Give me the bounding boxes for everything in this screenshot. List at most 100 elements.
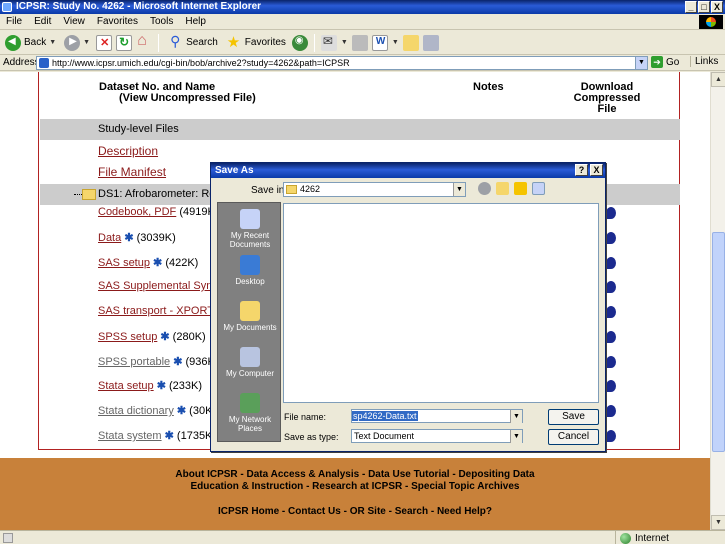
file-name-input[interactable]: sp4262-Data.txt ▼ bbox=[351, 409, 523, 423]
save-in-select[interactable]: 4262 ▼ bbox=[283, 182, 466, 197]
stop-icon[interactable] bbox=[96, 34, 113, 51]
place-desktop[interactable]: Desktop bbox=[218, 255, 282, 286]
close-button[interactable]: X bbox=[711, 1, 723, 13]
print-icon[interactable] bbox=[351, 34, 368, 51]
file-name-label: File name: bbox=[284, 412, 327, 422]
codebook-link[interactable]: Codebook, PDF bbox=[98, 206, 176, 218]
download-icon[interactable] bbox=[606, 232, 616, 244]
messenger-icon[interactable] bbox=[422, 34, 439, 51]
scroll-up-arrow[interactable]: ▲ bbox=[711, 72, 725, 87]
up-folder-icon[interactable] bbox=[496, 182, 509, 195]
address-label: Address bbox=[3, 57, 40, 68]
mail-icon[interactable] bbox=[320, 34, 337, 51]
file-row-stata-dictionary: Stata dictionary ✱ (30K) bbox=[98, 404, 216, 417]
forward-button[interactable]: ▼ bbox=[62, 33, 92, 53]
site-footer: About ICPSR - Data Access & Analysis - D… bbox=[0, 458, 710, 530]
folder-icon bbox=[82, 189, 96, 200]
study-level-header: Study-level Files bbox=[40, 119, 680, 140]
chevron-down-icon[interactable]: ▼ bbox=[341, 39, 348, 46]
save-button[interactable]: Save bbox=[548, 409, 599, 425]
sas-transport-link[interactable]: SAS transport - XPORT e bbox=[98, 305, 223, 317]
download-icon[interactable] bbox=[606, 331, 616, 343]
download-icon[interactable] bbox=[606, 430, 616, 442]
file-manifest-link[interactable]: File Manifest bbox=[98, 165, 166, 179]
download-icon[interactable] bbox=[606, 207, 616, 219]
chevron-down-icon[interactable]: ▼ bbox=[510, 410, 522, 423]
tree-connector bbox=[74, 194, 82, 195]
menu-tools[interactable]: Tools bbox=[150, 16, 173, 27]
asterisk-icon: ✱ bbox=[156, 380, 166, 392]
footer-links-1[interactable]: About ICPSR - Data Access & Analysis - D… bbox=[0, 469, 710, 480]
cancel-button[interactable]: Cancel bbox=[548, 429, 599, 445]
place-my-documents[interactable]: My Documents bbox=[218, 301, 282, 332]
place-my-computer[interactable]: My Computer bbox=[218, 347, 282, 378]
address-input[interactable]: http://www.icpsr.umich.edu/cgi-bin/bob/a… bbox=[36, 56, 648, 70]
data-link[interactable]: Data bbox=[98, 232, 121, 244]
chevron-down-icon[interactable]: ▼ bbox=[510, 430, 522, 443]
chevron-down-icon[interactable]: ▼ bbox=[392, 39, 399, 46]
download-icon[interactable] bbox=[606, 405, 616, 417]
dialog-close-button[interactable]: X bbox=[590, 164, 603, 176]
back-button[interactable]: Back ▼ bbox=[3, 33, 58, 53]
download-icon[interactable] bbox=[606, 257, 616, 269]
dialog-nav-icons bbox=[478, 182, 545, 195]
sas-setup-link[interactable]: SAS setup bbox=[98, 257, 150, 269]
scroll-thumb[interactable] bbox=[712, 232, 725, 452]
dialog-title-bar[interactable]: Save As ? X bbox=[211, 163, 605, 178]
help-button[interactable]: ? bbox=[575, 164, 588, 176]
download-icon[interactable] bbox=[606, 281, 616, 293]
view-menu-icon[interactable] bbox=[532, 182, 545, 195]
spss-portable-link[interactable]: SPSS portable bbox=[98, 356, 170, 368]
sas-supplemental-link[interactable]: SAS Supplemental Synta bbox=[98, 280, 222, 292]
minimize-button[interactable]: _ bbox=[685, 1, 697, 13]
stata-setup-link[interactable]: Stata setup bbox=[98, 380, 154, 392]
dialog-title: Save As bbox=[215, 165, 254, 176]
search-button[interactable]: Search bbox=[165, 33, 220, 53]
maximize-button[interactable]: □ bbox=[698, 1, 710, 13]
menu-file[interactable]: File bbox=[6, 16, 22, 27]
download-icon[interactable] bbox=[606, 306, 616, 318]
chevron-down-icon[interactable]: ▼ bbox=[49, 39, 56, 46]
menu-help[interactable]: Help bbox=[185, 16, 206, 27]
places-bar: My Recent Documents Desktop My Documents… bbox=[217, 202, 281, 442]
file-row-spss-portable: SPSS portable ✱ (936K) bbox=[98, 355, 219, 368]
chevron-down-icon[interactable]: ▼ bbox=[453, 183, 465, 196]
back-icon[interactable] bbox=[478, 182, 491, 195]
save-as-type-select[interactable]: Text Document ▼ bbox=[351, 429, 523, 443]
edit-icon[interactable] bbox=[371, 34, 388, 51]
new-folder-icon[interactable] bbox=[514, 182, 527, 195]
chevron-down-icon[interactable]: ▼ bbox=[635, 57, 647, 69]
file-row-sas-supplemental: SAS Supplemental Synta bbox=[98, 280, 222, 292]
media-icon[interactable] bbox=[291, 34, 308, 51]
spss-setup-link[interactable]: SPSS setup bbox=[98, 331, 157, 343]
stata-dictionary-link[interactable]: Stata dictionary bbox=[98, 405, 174, 417]
download-icon[interactable] bbox=[606, 380, 616, 392]
favorites-button[interactable]: Favorites bbox=[224, 33, 288, 53]
download-icon[interactable] bbox=[606, 356, 616, 368]
place-recent-documents[interactable]: My Recent Documents bbox=[218, 209, 282, 249]
scroll-down-arrow[interactable]: ▼ bbox=[711, 515, 725, 530]
title-bar: ICPSR: Study No. 4262 - Microsoft Intern… bbox=[0, 0, 725, 14]
refresh-icon[interactable] bbox=[116, 34, 133, 51]
go-label: Go bbox=[666, 56, 680, 68]
home-icon[interactable] bbox=[136, 32, 152, 51]
file-size: (280K) bbox=[172, 331, 206, 343]
go-button[interactable]: ➔ Go bbox=[651, 56, 679, 68]
menu-edit[interactable]: Edit bbox=[34, 16, 51, 27]
vertical-scrollbar[interactable]: ▲ ▼ bbox=[710, 72, 725, 530]
folder-icon[interactable] bbox=[402, 34, 419, 51]
window-controls: _ □ X bbox=[685, 1, 723, 13]
search-icon bbox=[167, 33, 183, 51]
file-list[interactable] bbox=[283, 203, 599, 403]
stata-system-link[interactable]: Stata system bbox=[98, 430, 162, 442]
links-button[interactable]: Links bbox=[690, 56, 718, 67]
chevron-down-icon[interactable]: ▼ bbox=[83, 39, 90, 46]
menu-favorites[interactable]: Favorites bbox=[97, 16, 138, 27]
footer-links-2[interactable]: Education & Instruction - Research at IC… bbox=[0, 481, 710, 492]
menu-view[interactable]: View bbox=[63, 16, 85, 27]
dialog-controls: ? X bbox=[575, 164, 603, 176]
description-link[interactable]: Description bbox=[98, 144, 158, 158]
back-arrow-icon bbox=[5, 34, 21, 51]
footer-links-3[interactable]: ICPSR Home - Contact Us - OR Site - Sear… bbox=[0, 506, 710, 517]
place-network-places[interactable]: My Network Places bbox=[218, 393, 282, 433]
